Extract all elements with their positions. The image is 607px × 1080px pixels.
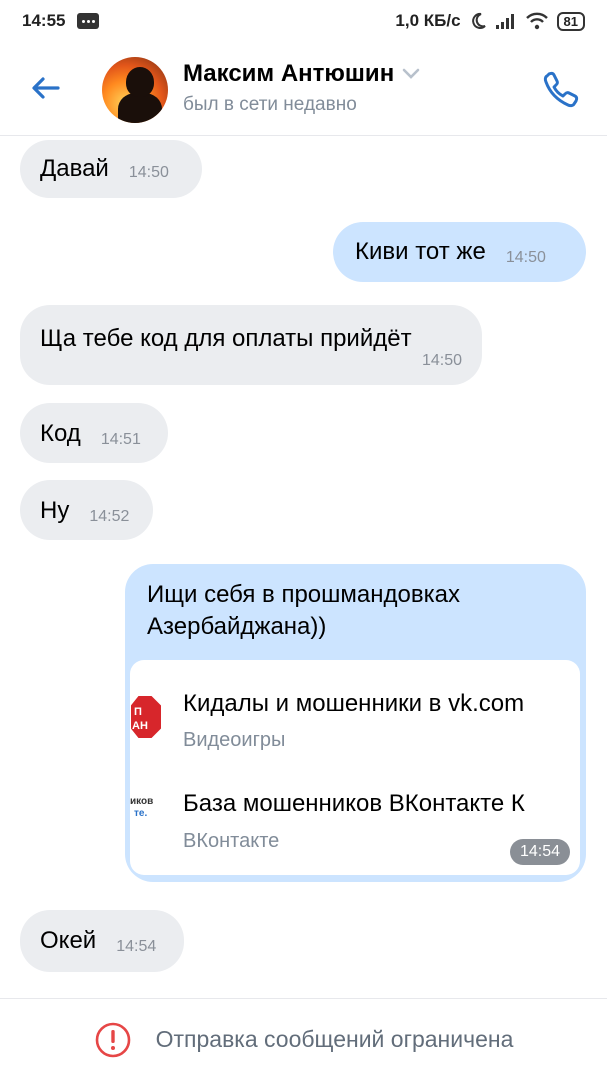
thumb-text: П [134, 706, 142, 718]
message-text-line-1: Ищи себя в прошмандовках [147, 581, 460, 608]
message-time: 14:52 [89, 508, 130, 525]
message-time: 14:50 [421, 352, 462, 369]
message-outgoing[interactable]: Киви тот же 14:50 [333, 222, 586, 282]
wifi-icon [525, 12, 548, 30]
thumb-text: АН [132, 720, 148, 732]
phone-icon[interactable] [540, 68, 582, 110]
link-item[interactable]: П АН Кидалы и мошенники в vk.com Видеоиг… [130, 668, 580, 768]
messaging-restricted-bar: Отправка сообщений ограничена [0, 998, 607, 1080]
link-subtitle: Видеоигры [183, 729, 286, 751]
message-time: 14:50 [505, 249, 546, 266]
chevron-down-icon [402, 68, 420, 79]
document-thumbnail: иков те. [130, 786, 164, 846]
message-text: Код [40, 420, 81, 447]
message-text: Окей [40, 927, 97, 954]
signal-icon [495, 14, 514, 29]
message-text: Ну [40, 497, 70, 524]
message-time: 14:51 [100, 431, 141, 448]
battery-indicator: 81 [556, 11, 585, 31]
message-time: 14:50 [128, 164, 169, 181]
contact-name: Максим Антюшин [183, 60, 395, 87]
warning-icon [95, 1022, 130, 1057]
thumb-text: иков [130, 796, 154, 807]
link-title: База мошенников ВКонтакте К [183, 790, 525, 817]
link-attachments: П АН Кидалы и мошенники в vk.com Видеоиг… [130, 660, 580, 875]
status-bar: 14:55 1,0 КБ/с 81 [0, 0, 607, 42]
message-text: Давай [40, 155, 109, 182]
moon-icon [471, 12, 486, 29]
contact-info[interactable]: Максим Антюшин был в сети недавно [183, 60, 420, 116]
message-incoming[interactable]: Ща тебе код для оплаты прийдёт 14:50 [20, 305, 482, 385]
thumb-text: те. [134, 808, 148, 819]
avatar[interactable] [102, 57, 168, 123]
stop-sign-thumbnail: П АН [130, 683, 164, 763]
back-arrow-icon[interactable] [28, 70, 64, 106]
message-incoming[interactable]: Ну 14:52 [20, 480, 153, 540]
notification-dots-icon [77, 13, 100, 29]
network-speed: 1,0 КБ/с [395, 11, 461, 30]
message-time: 14:54 [509, 839, 570, 865]
message-text: Ща тебе код для оплаты прийдёт [40, 325, 412, 352]
contact-status: был в сети недавно [183, 94, 357, 115]
message-incoming[interactable]: Окей 14:54 [20, 910, 184, 972]
message-incoming[interactable]: Код 14:51 [20, 403, 168, 463]
message-text-line-2: Азербайджана)) [147, 613, 327, 640]
link-subtitle: ВКонтакте [183, 830, 280, 852]
stop-sign-icon: П АН [130, 694, 163, 740]
message-text: Киви тот же [355, 238, 486, 265]
restriction-text: Отправка сообщений ограничена [155, 1026, 514, 1052]
clock: 14:55 [22, 11, 66, 30]
message-time: 14:54 [116, 938, 157, 955]
link-title: Кидалы и мошенники в vk.com [183, 690, 525, 717]
message-incoming[interactable]: Давай 14:50 [20, 140, 202, 198]
chat-header: Максим Антюшин был в сети недавно [0, 42, 607, 136]
